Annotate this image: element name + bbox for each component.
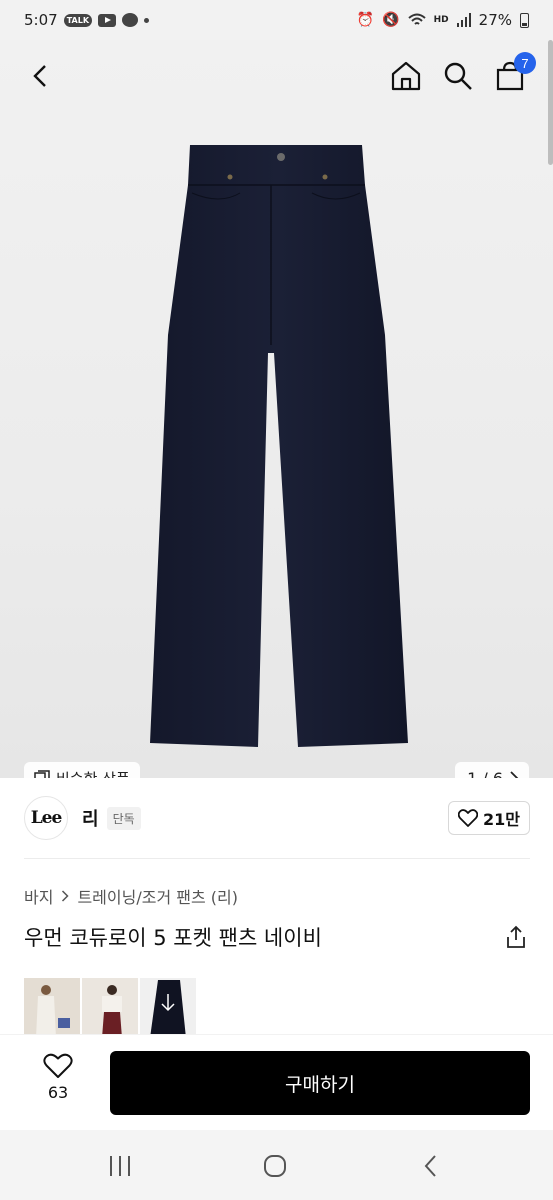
talk-notification-icon: TALK <box>63 13 93 27</box>
product-image <box>150 145 408 747</box>
product-thumbnails <box>24 978 196 1038</box>
wishlist-button[interactable]: 63 <box>34 1053 82 1113</box>
home-nav-button[interactable] <box>255 1150 295 1182</box>
similar-icon <box>34 770 50 778</box>
more-notifications-icon <box>144 17 150 23</box>
share-icon <box>507 925 525 948</box>
youtube-notification-icon <box>98 13 117 27</box>
home-icon <box>391 61 421 91</box>
brand-logo-text: Lee <box>30 808 63 828</box>
thumbnail-3-image <box>140 978 196 1038</box>
home-circle-icon <box>264 1155 286 1177</box>
breadcrumb-subcategory[interactable]: 트레이닝/조거 팬츠 (리) <box>77 884 238 908</box>
top-nav: 7 <box>0 40 553 112</box>
cart-count-badge: 7 <box>514 52 536 74</box>
buy-button-label: 구매하기 <box>285 1073 355 1096</box>
thumbnail-3[interactable] <box>140 978 196 1038</box>
back-button[interactable] <box>22 56 58 96</box>
brand-logo[interactable]: Lee <box>24 796 68 840</box>
status-time: 5:07 <box>24 11 58 29</box>
image-pager-text: 1 / 6 <box>467 768 503 779</box>
chat-notification-icon <box>122 13 139 27</box>
breadcrumb-category[interactable]: 바지 <box>24 884 53 908</box>
android-nav-bar <box>0 1130 553 1200</box>
thumbnail-2-image <box>82 978 138 1038</box>
hd-voice-icon: HD <box>433 14 449 25</box>
product-image-gallery[interactable]: 비슷한 상품 1 / 6 <box>0 40 553 778</box>
brand-like-button[interactable]: 21만 <box>448 801 530 835</box>
back-icon <box>33 65 46 87</box>
product-title: 우먼 코듀로이 5 포켓 팬츠 네이비 <box>24 926 322 950</box>
scrollbar[interactable] <box>548 40 553 165</box>
thumbnail-1[interactable] <box>24 978 80 1038</box>
image-pager[interactable]: 1 / 6 <box>455 762 529 778</box>
search-icon <box>444 62 472 90</box>
share-button[interactable] <box>502 922 530 952</box>
brand-row: Lee 리 단독 21만 <box>24 796 530 840</box>
buy-button[interactable]: 구매하기 <box>110 1051 530 1115</box>
breadcrumb: 바지 트레이닝/조거 팬츠 (리) <box>24 884 238 908</box>
similar-products-label: 비슷한 상품 <box>56 768 130 779</box>
android-back-button[interactable] <box>410 1150 450 1182</box>
brand-like-count: 21만 <box>483 810 520 829</box>
search-button[interactable] <box>440 56 476 96</box>
heart-icon <box>458 809 478 827</box>
heart-icon <box>43 1053 73 1078</box>
signal-icon <box>456 13 471 27</box>
divider <box>24 858 530 859</box>
recents-icon <box>110 1156 130 1176</box>
brand-name[interactable]: 리 <box>82 805 99 831</box>
chevron-right-icon <box>62 890 70 902</box>
recents-button[interactable] <box>100 1150 140 1182</box>
home-button[interactable] <box>388 56 424 96</box>
chevron-right-icon <box>510 771 519 778</box>
mute-icon: 🔇 <box>382 12 400 28</box>
android-back-icon <box>424 1155 436 1177</box>
product-title-row: 우먼 코듀로이 5 포켓 팬츠 네이비 <box>24 922 530 952</box>
purchase-bar: 63 구매하기 <box>0 1034 553 1130</box>
thumbnail-1-image <box>24 978 80 1038</box>
wifi-icon <box>407 13 426 25</box>
exclusive-badge: 단독 <box>106 806 141 830</box>
wishlist-count: 63 <box>47 1083 69 1102</box>
cart-button[interactable]: 7 <box>492 52 536 96</box>
similar-products-button[interactable]: 비슷한 상품 <box>24 762 140 778</box>
battery-icon <box>520 13 529 28</box>
status-bar: 5:07 TALK ⏰ 🔇 HD 27% <box>0 0 553 40</box>
battery-percent: 27% <box>478 11 512 29</box>
thumbnail-2[interactable] <box>82 978 138 1038</box>
alarm-icon: ⏰ <box>356 12 375 28</box>
